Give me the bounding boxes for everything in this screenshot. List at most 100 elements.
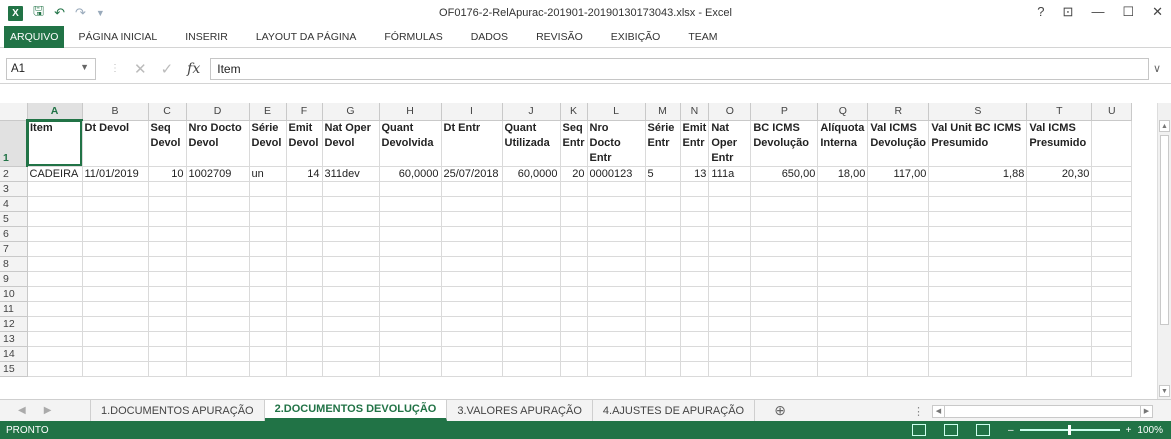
cell[interactable] bbox=[286, 271, 323, 287]
column-header[interactable]: C bbox=[148, 103, 187, 121]
cell[interactable] bbox=[82, 271, 149, 287]
cell[interactable] bbox=[680, 301, 710, 317]
cell[interactable] bbox=[441, 211, 503, 227]
cell[interactable]: Item bbox=[27, 120, 83, 167]
expand-formula-bar-icon[interactable]: ∨ bbox=[1153, 62, 1167, 75]
cell[interactable] bbox=[680, 226, 710, 242]
cell[interactable] bbox=[1091, 271, 1133, 287]
undo-icon[interactable]: ↶ bbox=[54, 5, 65, 21]
cell[interactable] bbox=[560, 286, 588, 302]
cell[interactable] bbox=[502, 346, 561, 362]
cell[interactable]: 10 bbox=[148, 166, 187, 182]
cell[interactable] bbox=[587, 346, 646, 362]
cell[interactable] bbox=[186, 226, 250, 242]
cell[interactable] bbox=[928, 196, 1028, 212]
cell[interactable] bbox=[249, 361, 287, 377]
cell[interactable] bbox=[750, 226, 819, 242]
cell[interactable] bbox=[708, 181, 752, 197]
cell[interactable] bbox=[1091, 241, 1133, 257]
cell[interactable] bbox=[286, 316, 323, 332]
cell[interactable] bbox=[645, 346, 681, 362]
column-header[interactable]: G bbox=[322, 103, 380, 121]
column-header[interactable]: L bbox=[587, 103, 646, 121]
cell[interactable]: 60,0000 bbox=[502, 166, 561, 182]
cell[interactable] bbox=[148, 316, 187, 332]
cell[interactable]: 25/07/2018 bbox=[441, 166, 503, 182]
cell[interactable] bbox=[249, 181, 287, 197]
cell[interactable] bbox=[286, 181, 323, 197]
cell[interactable] bbox=[680, 331, 710, 347]
cell[interactable] bbox=[560, 331, 588, 347]
cell[interactable] bbox=[502, 361, 561, 377]
tab-view[interactable]: EXIBIÇÃO bbox=[597, 26, 675, 48]
cell[interactable] bbox=[27, 211, 83, 227]
cell[interactable] bbox=[750, 256, 819, 272]
cell[interactable] bbox=[249, 226, 287, 242]
cell[interactable] bbox=[928, 361, 1028, 377]
cell[interactable] bbox=[441, 271, 503, 287]
cell[interactable] bbox=[322, 346, 380, 362]
cell[interactable] bbox=[750, 286, 819, 302]
cell[interactable]: Série Entr bbox=[645, 120, 681, 167]
cell[interactable] bbox=[322, 316, 380, 332]
cell[interactable] bbox=[708, 196, 752, 212]
minimize-icon[interactable]: — bbox=[1091, 4, 1104, 20]
cell[interactable] bbox=[249, 316, 287, 332]
cell[interactable] bbox=[645, 256, 681, 272]
cell[interactable]: 117,00 bbox=[867, 166, 930, 182]
scroll-up-icon[interactable]: ▲ bbox=[1159, 120, 1170, 132]
cell[interactable] bbox=[186, 256, 250, 272]
split-handle-icon[interactable]: ⋮ bbox=[913, 405, 924, 418]
cell[interactable] bbox=[249, 256, 287, 272]
maximize-icon[interactable]: ☐ bbox=[1122, 4, 1134, 20]
cell[interactable] bbox=[708, 271, 752, 287]
cell[interactable] bbox=[379, 346, 442, 362]
cell[interactable] bbox=[1091, 256, 1133, 272]
select-all-corner[interactable] bbox=[0, 103, 28, 121]
ribbon-display-icon[interactable]: ⊡ bbox=[1063, 4, 1074, 20]
cell[interactable] bbox=[379, 331, 442, 347]
cell[interactable] bbox=[867, 196, 930, 212]
cell[interactable] bbox=[322, 196, 380, 212]
cell[interactable]: 311dev bbox=[322, 166, 380, 182]
column-header[interactable]: E bbox=[249, 103, 287, 121]
cell[interactable] bbox=[867, 361, 930, 377]
scroll-right-icon[interactable]: ▶ bbox=[1140, 404, 1153, 418]
cell[interactable] bbox=[322, 211, 380, 227]
cell[interactable]: Nro Docto Devol bbox=[186, 120, 250, 167]
cell[interactable] bbox=[502, 196, 561, 212]
cell[interactable] bbox=[1026, 346, 1093, 362]
cell[interactable] bbox=[379, 286, 442, 302]
cell[interactable] bbox=[867, 181, 930, 197]
cell[interactable] bbox=[27, 316, 83, 332]
cell[interactable] bbox=[502, 271, 561, 287]
cell[interactable] bbox=[379, 256, 442, 272]
cell[interactable] bbox=[286, 226, 323, 242]
cell[interactable] bbox=[928, 211, 1028, 227]
cell[interactable] bbox=[148, 256, 187, 272]
cell[interactable] bbox=[928, 316, 1028, 332]
cell[interactable] bbox=[27, 226, 83, 242]
cell[interactable] bbox=[680, 346, 710, 362]
cell[interactable] bbox=[82, 301, 149, 317]
cell[interactable] bbox=[645, 196, 681, 212]
cell[interactable] bbox=[587, 256, 646, 272]
cell[interactable] bbox=[286, 346, 323, 362]
cell[interactable] bbox=[286, 196, 323, 212]
row-header[interactable]: 4 bbox=[0, 196, 28, 212]
scroll-left-icon[interactable]: ◀ bbox=[932, 404, 945, 418]
cell[interactable] bbox=[750, 331, 819, 347]
cell[interactable] bbox=[1026, 256, 1093, 272]
row-header[interactable]: 9 bbox=[0, 271, 28, 287]
cell[interactable] bbox=[1026, 271, 1093, 287]
cell[interactable] bbox=[680, 361, 710, 377]
cell[interactable] bbox=[148, 346, 187, 362]
cell[interactable] bbox=[680, 196, 710, 212]
cell[interactable]: 0000123 bbox=[587, 166, 646, 182]
cell[interactable] bbox=[1091, 331, 1133, 347]
cell[interactable]: Dt Devol bbox=[82, 120, 149, 167]
cell[interactable] bbox=[817, 211, 869, 227]
cell[interactable] bbox=[502, 181, 561, 197]
cell[interactable] bbox=[560, 226, 588, 242]
cell[interactable] bbox=[817, 196, 869, 212]
